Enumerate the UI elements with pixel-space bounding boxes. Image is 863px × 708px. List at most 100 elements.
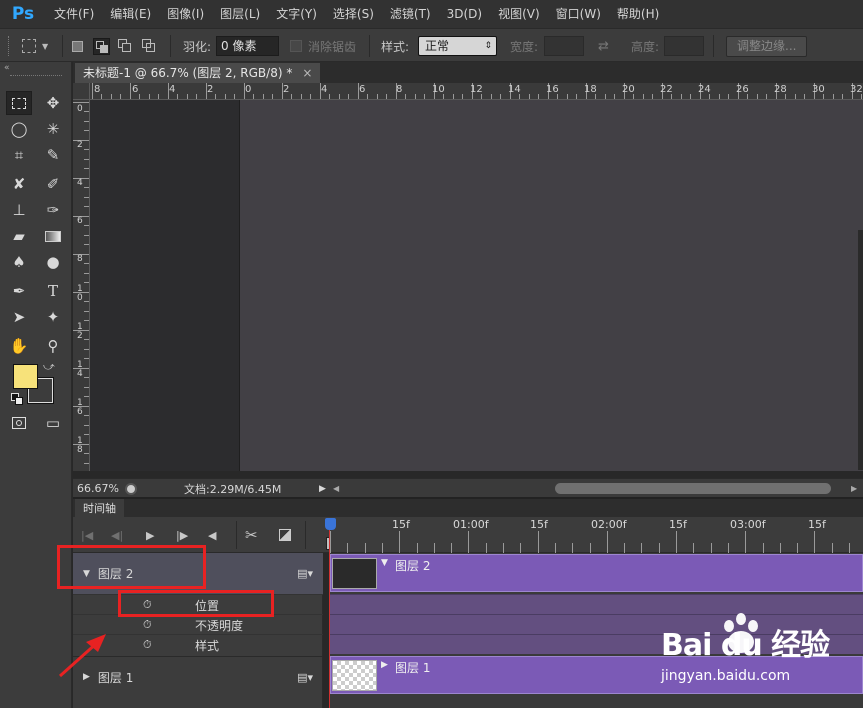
new-selection-button[interactable]	[72, 29, 83, 63]
ruler-label: 2	[207, 84, 214, 95]
film-strip-icon[interactable]: ▤▾	[297, 567, 313, 580]
menu-3d[interactable]: 3D(D)	[439, 0, 490, 28]
menu-layer[interactable]: 图层(L)	[212, 0, 268, 28]
step-forward-icon: |▶	[176, 528, 189, 542]
eraser-icon: ▰	[13, 227, 25, 245]
hand-tool[interactable]: ✋	[6, 334, 32, 358]
brush-tool[interactable]: ✐	[40, 172, 66, 196]
add-selection-button[interactable]	[93, 29, 110, 63]
collapse-panel-icon[interactable]: «	[4, 63, 10, 73]
scroll-right-icon[interactable]: ▶	[851, 479, 857, 498]
height-input[interactable]	[664, 36, 704, 56]
menu-window[interactable]: 窗口(W)	[548, 0, 609, 28]
history-brush-tool[interactable]: ✑	[40, 198, 66, 222]
clip-layer-2[interactable]: ▼ 图层 2	[330, 554, 863, 592]
timeline-tab[interactable]: 时间轴	[75, 499, 124, 518]
lasso-icon: ◯	[10, 120, 28, 138]
divider	[170, 35, 171, 57]
horizontal-ruler[interactable]: 8 6 4 2 0 2 4 6 8 10 12 14 16 18 20 22 2…	[73, 83, 863, 100]
menu-select[interactable]: 选择(S)	[325, 0, 382, 28]
timeline-ruler[interactable]: 15f 01:00f 15f 02:00f 15f 03:00f 15f	[323, 517, 863, 553]
document-canvas[interactable]	[90, 100, 240, 471]
clip-expand-icon[interactable]: ▼	[381, 558, 388, 568]
dodge-tool[interactable]: ●	[40, 250, 66, 274]
rect-marquee-tool[interactable]	[6, 91, 32, 115]
subtract-selection-button[interactable]	[118, 29, 132, 63]
menu-type[interactable]: 文字(Y)	[268, 0, 325, 28]
menu-file[interactable]: 文件(F)	[46, 0, 102, 28]
magic-wand-tool[interactable]: ✳	[40, 117, 66, 141]
play-icon: ▶	[146, 528, 155, 542]
ruler-label: 8	[396, 84, 403, 95]
lasso-tool[interactable]: ◯	[6, 117, 32, 141]
swap-colors-icon[interactable]: ⤻	[43, 360, 55, 374]
menu-edit[interactable]: 编辑(E)	[102, 0, 159, 28]
eraser-tool[interactable]: ▰	[6, 224, 32, 248]
add-selection-icon	[93, 37, 110, 55]
pen-tool[interactable]: ✒	[6, 279, 32, 303]
transition-icon	[279, 529, 291, 541]
split-button[interactable]: ✂	[245, 517, 258, 553]
healing-brush-tool[interactable]: ✘	[6, 172, 32, 196]
clone-stamp-tool[interactable]: ⊥	[6, 198, 32, 222]
audio-button[interactable]: ◀	[208, 517, 216, 553]
intersect-selection-icon	[142, 39, 156, 53]
menu-filter[interactable]: 滤镜(T)	[382, 0, 439, 28]
feather-input[interactable]: 0 像素	[216, 36, 279, 56]
path-selection-tool[interactable]: ➤	[6, 305, 32, 329]
transition-button[interactable]	[279, 517, 291, 553]
property-track[interactable]	[330, 594, 863, 614]
ruler-label: 12	[77, 322, 83, 341]
horizontal-scrollbar-thumb[interactable]	[555, 483, 831, 494]
tool-preset-picker[interactable]: ▼	[22, 29, 48, 63]
custom-shape-tool[interactable]: ✦	[40, 305, 66, 329]
film-strip-icon[interactable]: ▤▾	[297, 671, 313, 684]
screen-mode-button[interactable]: ▭	[40, 411, 66, 435]
antialias-checkbox[interactable]: 消除锯齿	[290, 29, 356, 63]
watermark-url: jingyan.baidu.com	[661, 668, 791, 684]
default-colors-icon[interactable]	[11, 393, 23, 405]
magic-wand-icon: ✳	[46, 120, 60, 138]
eyedropper-icon: ✎	[46, 146, 60, 164]
options-grip	[8, 29, 11, 63]
crop-tool[interactable]: ⌗	[6, 143, 32, 167]
scroll-left-icon[interactable]: ◀	[333, 479, 339, 498]
quick-mask-button[interactable]	[6, 411, 32, 435]
vertical-ruler[interactable]: 0 2 4 6 8 10 12 14 16 18	[73, 83, 90, 471]
menu-view[interactable]: 视图(V)	[490, 0, 548, 28]
close-icon[interactable]: ×	[302, 63, 312, 83]
ruler-label: 2	[77, 140, 83, 150]
stopwatch-icon[interactable]: ⏱	[143, 635, 152, 655]
clip-thumbnail	[332, 558, 377, 589]
status-menu-arrow-icon[interactable]: ▶	[319, 479, 326, 498]
width-label: 宽度:	[510, 39, 539, 54]
zoom-readout[interactable]: 66.67%	[77, 479, 119, 498]
status-info-icon[interactable]	[125, 479, 137, 498]
annotation-highlight-position	[118, 590, 274, 617]
move-tool[interactable]: ✥	[40, 91, 66, 115]
document-tab[interactable]: 未标题-1 @ 66.7% (图层 2, RGB/8) * ×	[75, 63, 321, 83]
toolbox-grip[interactable]	[10, 75, 62, 78]
ruler-label: 22	[660, 84, 673, 95]
ruler-label: 14	[508, 84, 521, 95]
foreground-color-swatch[interactable]	[13, 364, 38, 389]
zoom-tool[interactable]: ⚲	[40, 334, 66, 358]
quick-mask-icon	[12, 417, 26, 429]
stopwatch-icon[interactable]: ⏱	[143, 615, 152, 635]
gradient-tool[interactable]	[40, 224, 66, 248]
menu-image[interactable]: 图像(I)	[159, 0, 212, 28]
style-label: 样式:	[381, 39, 410, 54]
blur-tool[interactable]: ♠	[6, 250, 32, 274]
type-tool[interactable]: T	[40, 279, 66, 303]
width-input[interactable]	[544, 36, 584, 56]
ruler-label: 0	[245, 84, 252, 95]
eyedropper-tool[interactable]: ✎	[40, 143, 66, 167]
swap-dimensions-icon[interactable]: ⇄	[598, 29, 609, 63]
playhead-line[interactable]	[329, 530, 330, 708]
refine-edge-button[interactable]: 调整边缘...	[726, 35, 808, 57]
clip-expand-icon[interactable]: ▶	[381, 660, 388, 670]
style-select[interactable]: 正常 ⇕	[418, 36, 497, 56]
menu-help[interactable]: 帮助(H)	[609, 0, 667, 28]
ruler-origin[interactable]	[73, 83, 90, 100]
intersect-selection-button[interactable]	[142, 29, 156, 63]
